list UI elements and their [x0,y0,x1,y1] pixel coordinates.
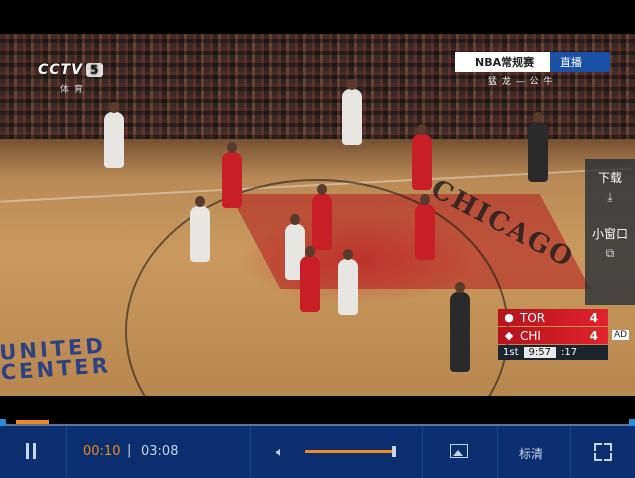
volume-fill [305,450,392,453]
video-frame[interactable]: CHICAGO UNITED CENTER CCTV 5 体 育 NBA常规赛 直… [0,34,635,396]
game-clock: 9:57 [523,347,556,358]
player-white [342,79,362,145]
court-text-center: CENTER [0,353,112,385]
cctv-subtitle: 体 育 [60,85,84,95]
corner [604,443,612,451]
team-abbr: TOR [520,310,546,325]
player-head [305,246,315,257]
control-separator [66,426,67,478]
player-white [190,196,210,262]
volume-icon[interactable]: 🔈︎ [276,445,292,460]
pause-icon-bar [33,443,36,459]
player-head [347,79,357,90]
referee-head [455,282,465,293]
referee-head [533,112,543,123]
volume-knob[interactable] [392,446,396,457]
scoreboard-time: 1st 9:57 :17 [498,345,608,360]
live-label: 直播 [550,52,610,72]
player-head [343,249,353,260]
scoreboard-row-chi: ◆ CHI 4 [498,327,608,344]
player-red [312,184,332,250]
pause-icon-bar [26,443,29,459]
team-score: 4 [589,310,598,325]
player-red [222,142,242,208]
download-label: 下载 [597,171,622,185]
period: 1st [503,347,519,358]
control-separator [422,426,423,478]
team-abbr: CHI [520,328,541,343]
control-separator [570,426,571,478]
side-panel: 下载 ⤓ 小窗口 ⧉ [585,159,635,305]
corner [604,453,612,461]
referee [450,282,470,372]
pause-button[interactable] [24,443,38,459]
download-button[interactable]: 下载 ⤓ [585,169,635,205]
player-white [338,249,358,315]
mini-window-button[interactable]: 小窗口 ⧉ [585,225,635,261]
mini-window-icon: ⧉ [605,246,615,260]
mini-window-label: 小窗口 [591,227,628,241]
shot-clock: :17 [560,347,578,358]
player-head [227,142,237,153]
player-white [104,102,124,168]
player-head [317,184,327,195]
referee [528,112,548,182]
cctv-logo: CCTV 5 [38,62,104,78]
team-score: 4 [589,328,598,343]
program-name: NBA常规赛 [455,52,550,72]
cctv-channel: CCTV [38,62,83,78]
raptors-logo-icon: ● [504,311,514,324]
player-red [415,194,435,260]
court-text-united-center: UNITED CENTER [0,333,112,385]
current-time: 00:10 [83,444,121,459]
cctv-channel-number: 5 [85,63,104,77]
player-head [290,214,300,225]
corner [594,443,602,451]
fullscreen-icon[interactable] [594,443,612,461]
time-divider: | [127,443,132,458]
scoreboard-row-tor: ● TOR 4 [498,309,608,326]
ad-label: AD [612,330,630,340]
scoreboard: ● TOR 4 ◆ CHI 4 1st 9:57 :17 [498,309,608,360]
player-red [300,246,320,312]
program-matchup: 猛 龙 — 公 牛 [488,77,554,87]
control-separator [250,426,251,478]
player-head [420,194,430,205]
player-head [417,124,427,135]
top-black-bar [0,0,635,34]
progress-area [0,396,635,426]
total-time: 03:08 [141,444,179,459]
program-badge: NBA常规赛 直播 [455,52,610,72]
picture-icon[interactable] [450,444,468,458]
corner [594,453,602,461]
player-head [109,102,119,113]
progress-fill [16,420,49,424]
bulls-logo-icon: ◆ [504,329,514,342]
player-red [412,124,432,190]
quality-button[interactable]: 标清 [519,445,543,462]
control-separator [497,426,498,478]
download-icon: ⤓ [607,190,613,204]
player-head [195,196,205,207]
